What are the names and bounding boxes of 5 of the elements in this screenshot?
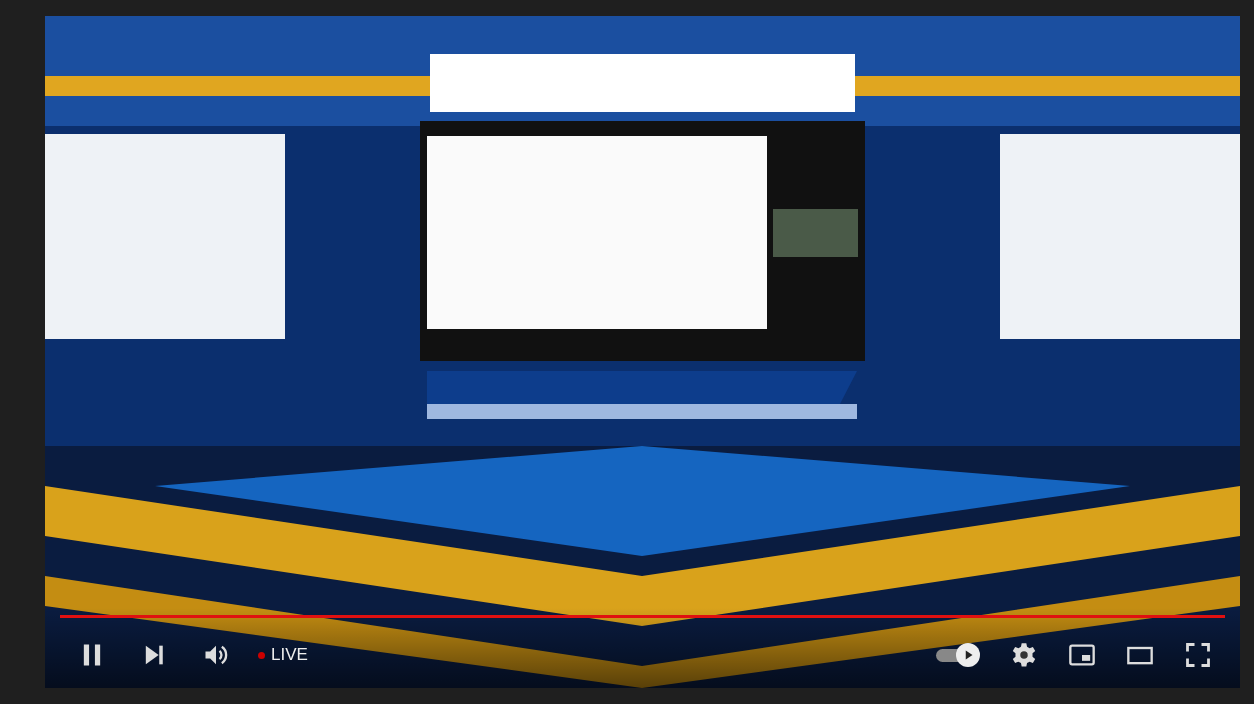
autoplay-toggle[interactable]: [936, 643, 980, 667]
live-dot-icon: [258, 651, 265, 659]
settings-icon[interactable]: [1010, 641, 1038, 669]
live-label[interactable]: LIVE: [271, 645, 308, 665]
fullscreen-icon[interactable]: [1184, 641, 1212, 669]
